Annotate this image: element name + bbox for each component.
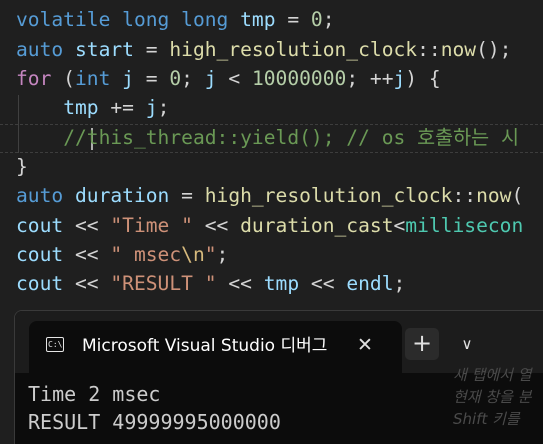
code-token: high_resolution_clock bbox=[204, 184, 453, 207]
code-token: ( bbox=[511, 184, 524, 207]
code-line: //this_thread::yield(); // os 호출하는 시 bbox=[16, 123, 519, 152]
code-token: = bbox=[133, 38, 170, 61]
code-token: //this_thread::yield(); // os 호출하는 시 bbox=[63, 126, 520, 149]
code-token: " msec bbox=[110, 243, 182, 266]
code-token: cout bbox=[16, 214, 64, 237]
code-token: cout bbox=[16, 272, 64, 295]
code-line: cout << "Time " << duration_cast<millise… bbox=[16, 211, 523, 240]
code-token: ) { bbox=[405, 67, 441, 90]
code-line: for (int j = 0; j < 10000000; ++j) { bbox=[16, 64, 441, 93]
code-line: auto start = high_resolution_clock::now(… bbox=[16, 35, 511, 64]
code-token: ; bbox=[181, 67, 205, 90]
code-token: now bbox=[440, 38, 477, 61]
code-token: ; bbox=[157, 96, 170, 119]
code-editor[interactable]: volatile long long tmp = 0; auto start = … bbox=[0, 0, 543, 310]
code-token: "Time " bbox=[110, 214, 193, 237]
code-token: volatile bbox=[16, 8, 111, 31]
code-token: auto bbox=[16, 38, 64, 61]
code-line: cout << " msec\n"; bbox=[16, 240, 228, 269]
code-token: long long bbox=[122, 8, 229, 31]
code-token: 0 bbox=[310, 8, 323, 31]
code-token: << bbox=[63, 214, 111, 237]
code-token: j bbox=[204, 67, 217, 90]
code-token: } bbox=[16, 155, 28, 178]
code-token: ( bbox=[51, 67, 75, 90]
code-token: << bbox=[192, 214, 241, 237]
screen: volatile long long tmp = 0; auto start = … bbox=[0, 0, 543, 444]
code-token: += bbox=[98, 96, 146, 119]
code-token: = bbox=[169, 184, 205, 207]
chevron-down-icon[interactable]: ∨ bbox=[453, 328, 481, 360]
code-token: duration bbox=[74, 184, 170, 207]
terminal-window[interactable]: C:\ Microsoft Visual Studio 디버그 ✕ + ∨ Ti… bbox=[14, 310, 543, 444]
code-token: duration_cast bbox=[240, 214, 394, 237]
code-token: j bbox=[393, 67, 406, 90]
code-token: 0 bbox=[169, 67, 182, 90]
code-token: :: bbox=[417, 38, 441, 61]
code-token: ; bbox=[216, 243, 229, 266]
code-token: "RESULT " bbox=[110, 272, 217, 295]
code-token: 10000000 bbox=[251, 67, 347, 90]
code-token: :: bbox=[452, 184, 477, 207]
code-token: = bbox=[275, 8, 311, 31]
code-token: auto bbox=[16, 184, 64, 207]
code-line: cout << "RESULT " << tmp << endl; bbox=[16, 269, 405, 298]
code-line: } bbox=[16, 152, 28, 181]
code-token: cout bbox=[16, 243, 64, 266]
code-token: tmp bbox=[240, 8, 276, 31]
code-line: auto duration = high_resolution_clock::n… bbox=[16, 181, 523, 210]
console-app-icon-glyph: C:\ bbox=[48, 340, 63, 349]
code-token: for bbox=[16, 67, 52, 90]
code-token: j bbox=[122, 67, 134, 90]
terminal-tab[interactable]: C:\ Microsoft Visual Studio 디버그 ✕ bbox=[29, 321, 402, 373]
code-token: < bbox=[216, 67, 252, 90]
code-token: ; bbox=[393, 272, 406, 295]
code-token: endl bbox=[346, 272, 394, 295]
code-token: (); bbox=[476, 38, 512, 61]
tooltip-hint-line: 새 탭에서 열 bbox=[453, 366, 532, 384]
code-token: j bbox=[145, 96, 158, 119]
tooltip-hint-line: Shift 키를 bbox=[453, 410, 520, 428]
tab-title: Microsoft Visual Studio 디버그 bbox=[82, 336, 328, 356]
tooltip-hint-line: 현재 창을 분 bbox=[453, 388, 532, 406]
code-token: << bbox=[299, 272, 347, 295]
terminal-output-line: RESULT 49999995000000 bbox=[28, 410, 281, 434]
code-token: int bbox=[74, 67, 111, 90]
code-token: << bbox=[63, 272, 111, 295]
close-icon[interactable]: ✕ bbox=[353, 333, 377, 357]
code-token: high_resolution_clock bbox=[169, 38, 418, 61]
code-token: now bbox=[476, 184, 512, 207]
code-token: << bbox=[63, 243, 111, 266]
terminal-output-line: Time 2 msec bbox=[28, 382, 161, 406]
new-tab-button[interactable]: + bbox=[405, 328, 439, 360]
code-token: < bbox=[393, 214, 406, 237]
code-token: ; bbox=[322, 8, 335, 31]
code-token: tmp bbox=[63, 96, 99, 119]
code-token: " bbox=[204, 243, 217, 266]
code-token: = bbox=[133, 67, 170, 90]
code-token: tmp bbox=[263, 272, 300, 295]
code-token: ; ++ bbox=[346, 67, 394, 90]
console-app-icon: C:\ bbox=[46, 337, 64, 352]
code-line: tmp += j; bbox=[16, 93, 169, 122]
code-line: volatile long long tmp = 0; bbox=[16, 5, 335, 34]
code-token: millisecon bbox=[405, 214, 524, 237]
code-token: << bbox=[216, 272, 264, 295]
code-token: \n bbox=[181, 243, 205, 266]
code-token: start bbox=[74, 38, 134, 61]
